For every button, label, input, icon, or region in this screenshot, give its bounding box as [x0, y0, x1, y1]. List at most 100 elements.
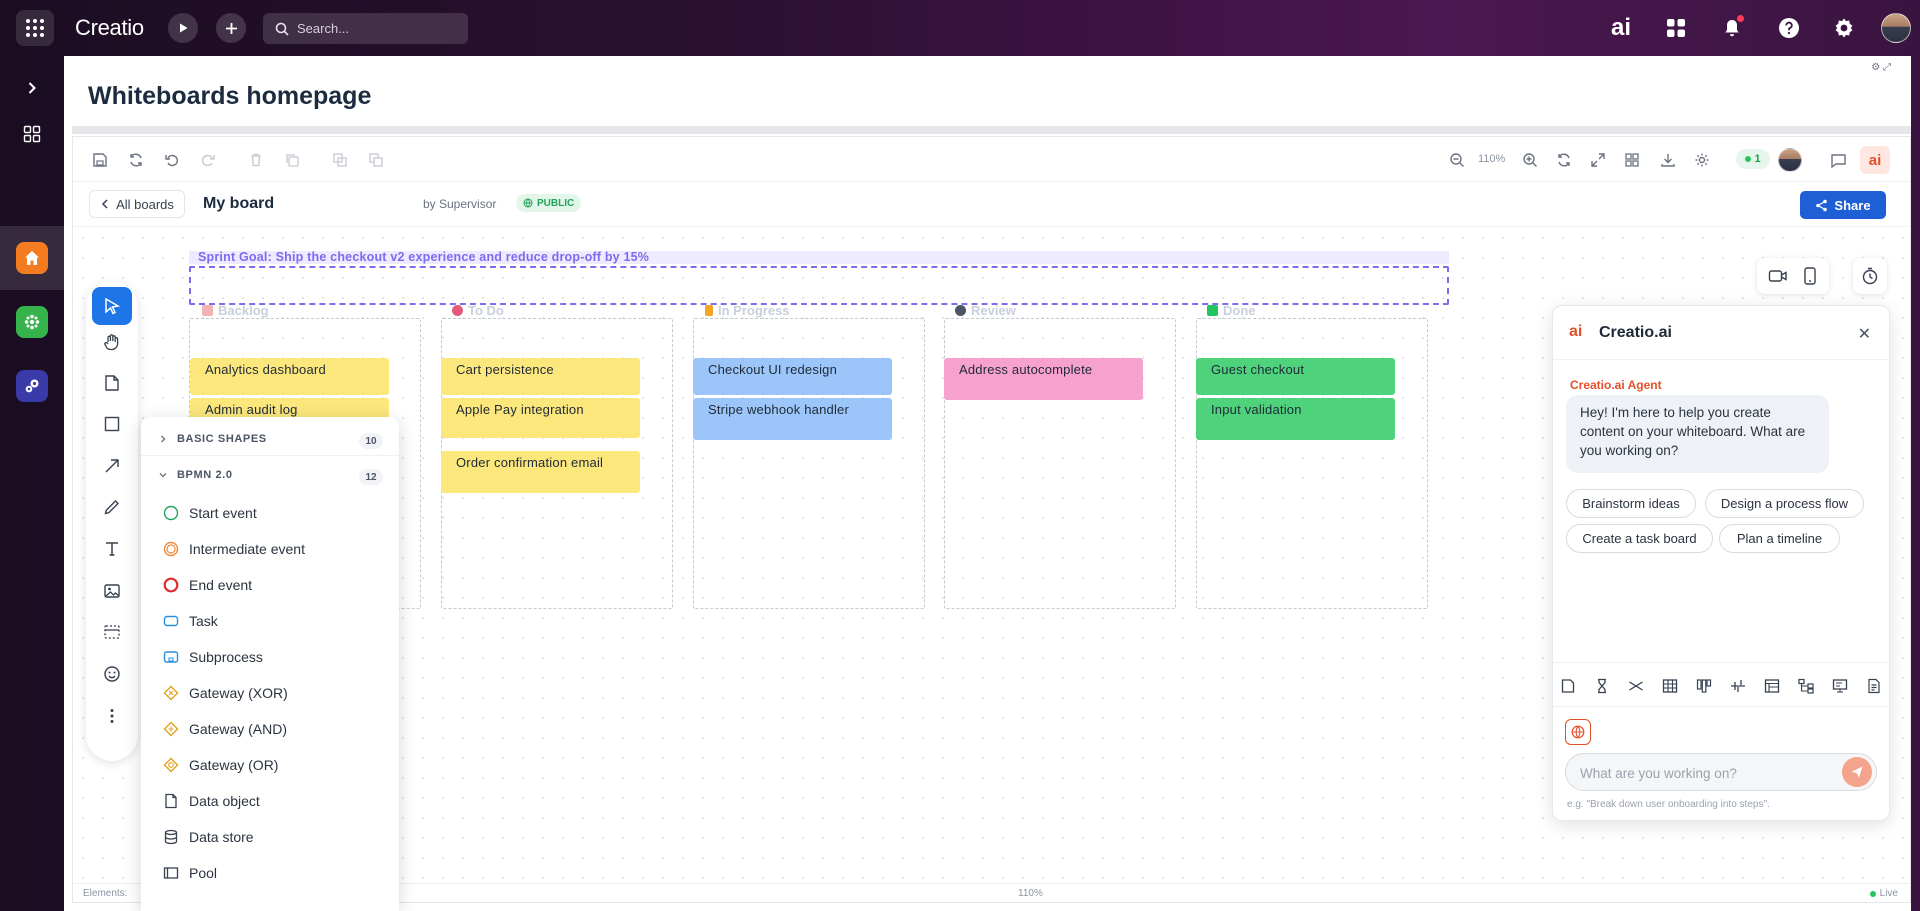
timeline-icon[interactable] [1729, 677, 1747, 695]
ai-assistant-toggle[interactable]: ai [1860, 146, 1890, 174]
image-tool[interactable] [97, 576, 127, 606]
expand-sidebar-button[interactable] [16, 72, 48, 104]
fit-screen-button[interactable] [1587, 149, 1609, 171]
settings-button[interactable] [1830, 14, 1858, 42]
document-icon[interactable] [1865, 677, 1883, 695]
redo-button[interactable] [197, 149, 219, 171]
creatio-ai-button[interactable]: ai [1607, 14, 1635, 42]
online-users-badge[interactable]: 1 [1736, 149, 1770, 169]
board-settings-button[interactable] [1691, 149, 1713, 171]
suggestion-chip[interactable]: Design a process flow [1705, 489, 1864, 518]
all-boards-button[interactable]: All boards [89, 190, 185, 218]
user-avatar[interactable] [1881, 13, 1911, 43]
run-button[interactable] [168, 13, 198, 43]
note-template-icon[interactable] [1559, 677, 1577, 695]
section-basic-shapes[interactable]: BASIC SHAPES [159, 433, 267, 445]
section-bpmn[interactable]: BPMN 2.0 [159, 469, 233, 481]
presentation-icon[interactable] [1831, 677, 1849, 695]
page-settings-controls[interactable]: ⚙ ⤢ [1871, 62, 1891, 73]
sticky-note[interactable]: Cart persistence [441, 358, 640, 395]
app-launcher-button[interactable] [16, 10, 54, 46]
ai-chat-input[interactable] [1580, 763, 1830, 783]
sticky-note[interactable]: Apple Pay integration [441, 398, 640, 438]
shape-item-gateway-xor[interactable]: Gateway (XOR) [163, 683, 288, 703]
duplicate-button[interactable] [281, 149, 303, 171]
sticky-note[interactable]: Guest checkout [1196, 358, 1395, 395]
mindmap-icon[interactable] [1627, 677, 1645, 695]
hourglass-icon[interactable] [1593, 677, 1611, 695]
help-button[interactable] [1775, 14, 1803, 42]
sprint-goal-label[interactable]: Sprint Goal: Ship the checkout v2 experi… [189, 251, 1449, 264]
save-button[interactable] [89, 149, 111, 171]
sticky-note[interactable]: Stripe webhook handler [693, 398, 892, 440]
suggestion-chip[interactable]: Brainstorm ideas [1566, 489, 1696, 518]
timer-button[interactable] [1853, 258, 1887, 294]
shape-item-data-object[interactable]: Data object [163, 791, 260, 811]
undo-button[interactable] [161, 149, 183, 171]
flowchart-icon[interactable] [1797, 677, 1815, 695]
column-header-done[interactable]: Done [1207, 303, 1256, 318]
shape-item-start-event[interactable]: Start event [163, 503, 257, 523]
select-tool[interactable] [92, 287, 132, 325]
workplaces-button[interactable] [16, 118, 48, 150]
shape-item-end-event[interactable]: End event [163, 575, 252, 595]
notifications-button[interactable] [1718, 14, 1746, 42]
sprint-goal-frame[interactable] [189, 266, 1449, 305]
video-call-button[interactable] [1767, 265, 1789, 287]
arrow-tool[interactable] [97, 451, 127, 481]
shape-item-pool[interactable]: Pool [163, 863, 217, 883]
mobile-preview-button[interactable] [1799, 265, 1821, 287]
sticky-note-tool[interactable] [97, 368, 127, 398]
send-button[interactable] [1842, 757, 1872, 787]
zoom-out-button[interactable] [1446, 149, 1468, 171]
suggestion-chip[interactable]: Create a task board [1566, 524, 1713, 553]
pan-tool[interactable] [97, 327, 127, 357]
reset-zoom-button[interactable] [1553, 149, 1575, 171]
sidebar-item-app-green[interactable] [16, 306, 48, 338]
download-button[interactable] [1657, 149, 1679, 171]
bring-front-button[interactable] [329, 149, 351, 171]
collaborator-avatar[interactable] [1778, 148, 1802, 172]
web-search-toggle[interactable] [1565, 719, 1591, 745]
more-tools-button[interactable] [97, 701, 127, 731]
kanban-icon[interactable] [1695, 677, 1713, 695]
add-button[interactable] [216, 13, 246, 43]
sidebar-item-studio[interactable] [16, 370, 48, 402]
sticky-note[interactable]: Checkout UI redesign [693, 358, 892, 395]
visibility-badge[interactable]: PUBLIC [516, 194, 582, 212]
apps-button[interactable] [1662, 14, 1690, 42]
sticky-note[interactable]: Address autocomplete [944, 358, 1143, 400]
sticky-note[interactable]: Input validation [1196, 398, 1395, 440]
share-button[interactable]: Share [1800, 191, 1886, 219]
board-name[interactable]: My board [203, 195, 274, 213]
shape-item-task[interactable]: Task [163, 611, 218, 631]
column-header-backlog[interactable]: Backlog [202, 303, 269, 318]
column-header-review[interactable]: Review [955, 303, 1016, 318]
sync-button[interactable] [125, 149, 147, 171]
global-search[interactable]: Search... [263, 13, 468, 44]
sticky-note[interactable]: Order confirmation email [441, 451, 640, 493]
shape-tool[interactable] [97, 409, 127, 439]
shape-item-subprocess[interactable]: Subprocess [163, 647, 263, 667]
sticky-note[interactable]: Analytics dashboard [190, 358, 389, 395]
frame-tool[interactable] [97, 617, 127, 647]
pen-tool[interactable] [97, 492, 127, 522]
suggestion-chip[interactable]: Plan a timeline [1719, 524, 1840, 553]
grid-view-button[interactable] [1621, 149, 1643, 171]
shape-item-data-store[interactable]: Data store [163, 827, 254, 847]
column-header-todo[interactable]: To Do [452, 303, 504, 318]
shape-item-gateway-or[interactable]: Gateway (OR) [163, 755, 278, 775]
column-header-in-progress[interactable]: In Progress [705, 303, 790, 318]
text-tool[interactable] [97, 534, 127, 564]
emoji-tool[interactable] [97, 659, 127, 689]
shape-item-intermediate-event[interactable]: Intermediate event [163, 539, 305, 559]
delete-button[interactable] [245, 149, 267, 171]
close-icon[interactable]: ✕ [1858, 324, 1871, 344]
document-table-icon[interactable] [1763, 677, 1781, 695]
table-icon[interactable] [1661, 677, 1679, 695]
shape-item-gateway-and[interactable]: Gateway (AND) [163, 719, 287, 739]
zoom-in-button[interactable] [1519, 149, 1541, 171]
sidebar-item-home[interactable] [16, 242, 48, 274]
comments-button[interactable] [1827, 149, 1849, 171]
send-back-button[interactable] [365, 149, 387, 171]
